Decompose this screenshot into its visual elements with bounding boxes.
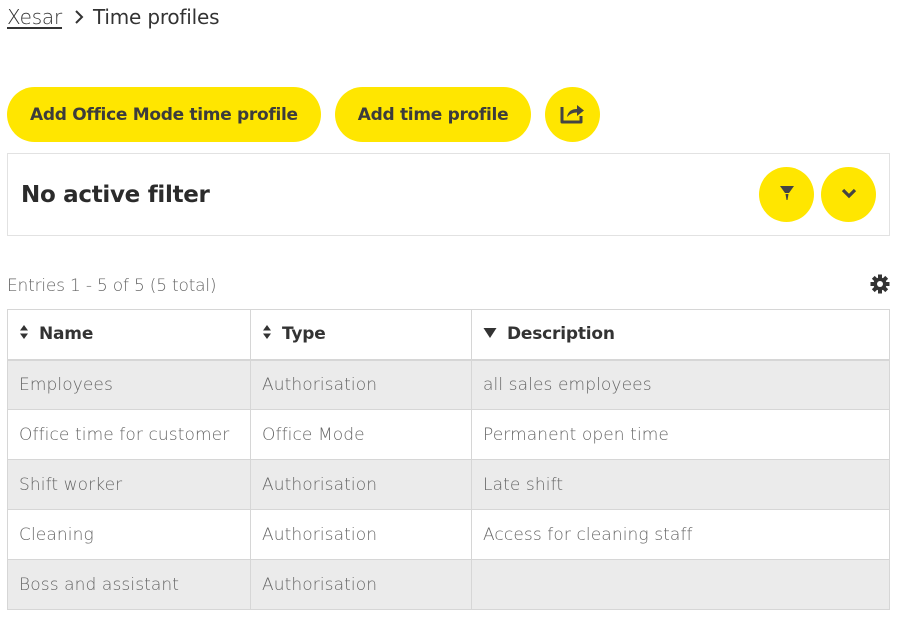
- cell-type: Authorisation: [250, 559, 472, 610]
- action-toolbar: Add Office Mode time profile Add time pr…: [7, 87, 601, 142]
- column-header-name[interactable]: Name: [7, 309, 251, 361]
- export-button[interactable]: [545, 87, 601, 142]
- cell-description: Late shift: [471, 459, 890, 510]
- filter-status: No active filter: [21, 181, 210, 208]
- column-header-description[interactable]: Description: [471, 309, 890, 361]
- column-header-type[interactable]: Type: [250, 309, 472, 361]
- table-header-row: Name Type Description: [7, 309, 890, 361]
- cell-type: Authorisation: [250, 359, 472, 410]
- cell-name: Employees: [7, 359, 251, 410]
- cell-name: Boss and assistant: [7, 559, 251, 610]
- add-time-profile-button[interactable]: Add time profile: [334, 87, 532, 142]
- time-profiles-table: Name Type Description Employees Authoris…: [7, 309, 890, 610]
- gear-icon: [870, 274, 890, 298]
- column-label: Description: [507, 324, 615, 345]
- filter-bar: No active filter: [7, 153, 890, 236]
- table-row[interactable]: Cleaning Authorisation Access for cleani…: [7, 509, 890, 560]
- filter-buttons: [759, 167, 876, 222]
- share-export-icon: [559, 101, 587, 128]
- cell-description: Permanent open time: [471, 409, 890, 460]
- sort-descending-icon: [483, 324, 497, 344]
- chevron-down-icon: [841, 187, 857, 202]
- cell-name: Shift worker: [7, 459, 251, 510]
- entries-row: Entries 1 - 5 of 5 (5 total): [7, 274, 890, 298]
- column-label: Name: [39, 324, 94, 345]
- cell-name: Office time for customer: [7, 409, 251, 460]
- sort-both-icon: [19, 324, 29, 345]
- cell-description: Access for cleaning staff: [471, 509, 890, 560]
- table-row[interactable]: Boss and assistant Authorisation: [7, 559, 890, 610]
- breadcrumb-root-link[interactable]: Xesar: [7, 5, 62, 29]
- sort-both-icon: [262, 324, 272, 345]
- filter-button[interactable]: [759, 167, 814, 222]
- cell-description: [471, 559, 890, 610]
- cell-type: Authorisation: [250, 459, 472, 510]
- table-settings-button[interactable]: [870, 274, 890, 298]
- add-office-mode-time-profile-button[interactable]: Add Office Mode time profile: [7, 87, 321, 142]
- entries-summary: Entries 1 - 5 of 5 (5 total): [7, 276, 217, 296]
- cell-type: Authorisation: [250, 509, 472, 560]
- funnel-icon: [779, 184, 795, 205]
- breadcrumb: Xesar Time profiles: [7, 5, 220, 29]
- column-label: Type: [282, 324, 326, 345]
- cell-name: Cleaning: [7, 509, 251, 560]
- expand-filter-button[interactable]: [821, 167, 876, 222]
- table-row[interactable]: Office time for customer Office Mode Per…: [7, 409, 890, 460]
- cell-type: Office Mode: [250, 409, 472, 460]
- table-row[interactable]: Employees Authorisation all sales employ…: [7, 359, 890, 410]
- cell-description: all sales employees: [471, 359, 890, 410]
- breadcrumb-current: Time profiles: [93, 5, 220, 29]
- table-row[interactable]: Shift worker Authorisation Late shift: [7, 459, 890, 510]
- chevron-right-icon: [74, 10, 84, 24]
